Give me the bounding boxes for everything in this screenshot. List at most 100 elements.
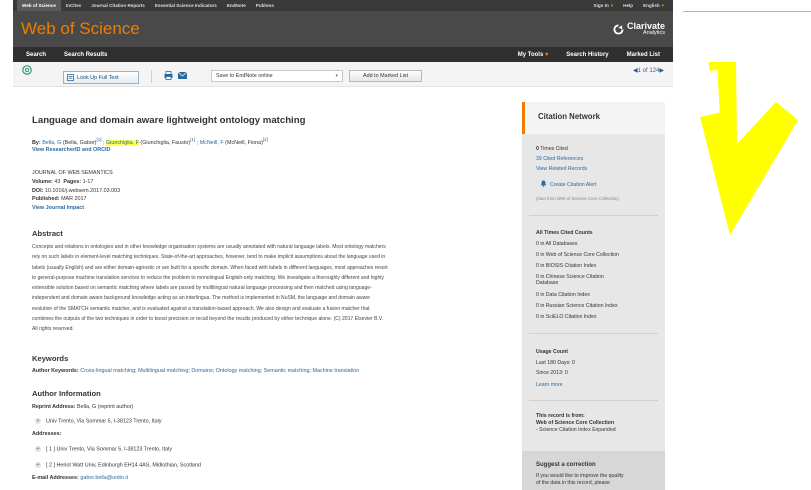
- save-to-select-value: Save to EndNote online: [216, 73, 273, 79]
- add-to-marked-list-button[interactable]: Add to Marked List: [349, 70, 422, 82]
- cited-count-row: 0 in All Databases: [536, 241, 578, 247]
- author-full-name: (McNeill, Fiona): [225, 139, 263, 146]
- expand-plus-icon[interactable]: +: [35, 446, 41, 452]
- record-collection: Web of Science Core Collection: [536, 420, 615, 426]
- keyword-link[interactable]: Multilingual matching: [138, 368, 188, 374]
- author-link-highlighted[interactable]: Giunchiglia, F: [105, 139, 139, 146]
- citation-network-sidebar: Citation Network 0 Times Cited 39 Cited …: [522, 102, 665, 490]
- author-link[interactable]: McNeill, F: [200, 140, 224, 146]
- expand-plus-icon[interactable]: +: [35, 462, 41, 468]
- cited-count-row: 0 in BIOSIS Citation Index: [536, 263, 597, 269]
- web-of-science-logo[interactable]: Web of Science: [21, 19, 140, 39]
- pager-of: of: [642, 67, 648, 74]
- pages-label: Pages:: [63, 178, 82, 185]
- my-tools-label: My Tools: [517, 52, 544, 58]
- times-cited: 0 Times Cited: [536, 146, 568, 152]
- top-nav-publons[interactable]: Publons: [251, 0, 279, 11]
- language-label: English: [643, 3, 660, 8]
- author-ref[interactable]: [2]: [263, 137, 268, 142]
- abstract-line: evolution of the SMATCH semantic matcher…: [32, 305, 370, 312]
- learn-more-link[interactable]: Learn more: [536, 382, 563, 388]
- addresses-label-text: Addresses:: [32, 431, 62, 437]
- abstract-line: All rights reserved.: [32, 326, 74, 333]
- clarivate-logo: Clarivate Analytics: [613, 21, 665, 37]
- address-text: [ 1 ] Univ Trento, Via Sommar 5, I-38123…: [46, 446, 173, 453]
- view-journal-impact-link[interactable]: View Journal Impact: [32, 204, 120, 213]
- marked-list-link[interactable]: Marked List: [618, 52, 669, 58]
- keyword-link[interactable]: Ontology matching: [216, 368, 261, 374]
- top-nav-incites[interactable]: InCites: [61, 0, 86, 11]
- suggest-correction-text: If you would like to improve the quality: [536, 473, 624, 479]
- abstract-line: Concepts and relations in ontologies and…: [32, 244, 386, 250]
- record-pager: ◀ 1 of 124 ▶: [633, 67, 664, 75]
- clarivate-subtitle: Analytics: [642, 29, 665, 36]
- abstract-line: to general-purpose machine translation s…: [32, 274, 384, 281]
- record-title: Language and domain aware lightweight on…: [32, 115, 306, 126]
- record-index: - Science Citation Index Expanded: [536, 427, 616, 433]
- top-navigation-bar: Web of Science InCites Journal Citation …: [13, 0, 673, 11]
- expand-plus-icon[interactable]: +: [35, 418, 41, 424]
- sign-in-label: Sign In: [593, 3, 609, 8]
- keyword-link[interactable]: Cross-lingual matching: [80, 368, 135, 374]
- caret-down-icon: ▾: [545, 52, 549, 58]
- help-circle-icon[interactable]: [22, 65, 32, 75]
- published-label: Published:: [32, 196, 60, 203]
- citation-network-title: Citation Network: [538, 112, 600, 121]
- times-cited-count: 0: [536, 146, 539, 152]
- email-icon[interactable]: [178, 72, 187, 79]
- save-to-select[interactable]: Save to EndNote online ▾: [211, 70, 343, 82]
- top-nav-web-of-science[interactable]: Web of Science: [17, 0, 61, 11]
- abstract-line: labels (usually English) and are either …: [32, 264, 388, 271]
- addresses-label: Addresses:: [32, 431, 61, 437]
- help-link[interactable]: Help: [618, 0, 638, 11]
- by-label: By:: [32, 139, 41, 146]
- volume-label: Volume:: [32, 178, 53, 185]
- create-citation-alert-link[interactable]: Create Citation Alert: [540, 180, 596, 188]
- author-full-name: (Bella, Gabor): [62, 139, 97, 146]
- abstract-text: Concepts and relations in ontologies and…: [32, 242, 512, 335]
- secondary-navigation-bar: Search Search Results My Tools ▾ Search H…: [13, 47, 673, 62]
- top-nav-essential-science-indicators[interactable]: Essential Science Indicators: [150, 0, 222, 11]
- look-up-full-text-button[interactable]: Look Up Full Text: [63, 71, 139, 84]
- sidebar-divider: [529, 215, 658, 216]
- toolbar-divider: [151, 70, 152, 83]
- author-full-name: (Giunchiglia, Fausto): [140, 139, 191, 146]
- next-record-icon[interactable]: ▶: [659, 67, 664, 74]
- my-tools-menu[interactable]: My Tools ▾: [509, 51, 558, 58]
- web-of-science-page: Web of Science InCites Journal Citation …: [13, 0, 673, 490]
- pages-value: 1-17: [82, 178, 94, 185]
- view-researcherid-link[interactable]: View ResearcherID and ORCID: [32, 147, 110, 153]
- keywords-heading: Keywords: [32, 354, 69, 363]
- brand-bar: Web of Science Clarivate Analytics: [13, 11, 673, 47]
- email-link[interactable]: gabor.bella@unitn.it: [80, 475, 128, 481]
- top-nav-endnote[interactable]: EndNote: [222, 0, 251, 11]
- keyword-link[interactable]: Semantic matching: [264, 368, 310, 374]
- pager-current: 1: [637, 67, 641, 74]
- language-menu[interactable]: English ▾: [638, 0, 669, 11]
- view-related-records-link[interactable]: View Related Records: [536, 166, 587, 172]
- top-nav-journal-citation-reports[interactable]: Journal Citation Reports: [86, 0, 150, 11]
- keyword-link[interactable]: Machine translation: [312, 368, 359, 374]
- usage-since-2013: Since 2013: 0: [536, 370, 568, 376]
- search-link[interactable]: Search: [17, 52, 55, 58]
- keyword-link[interactable]: Domains: [191, 368, 212, 374]
- suggest-correction-panel: Suggest a correction If you would like t…: [522, 451, 665, 490]
- annotation-red-line: [683, 11, 811, 12]
- volume-value: 43: [54, 178, 61, 185]
- caret-down-icon: ▾: [661, 2, 664, 8]
- published-value: MAR 2017: [61, 196, 87, 203]
- published-line: Published: MAR 2017: [32, 195, 120, 204]
- cited-references-link[interactable]: 39 Cited References: [536, 156, 583, 162]
- create-citation-alert-label: Create Citation Alert: [550, 182, 597, 188]
- sign-in-menu[interactable]: Sign In ▾: [589, 0, 619, 11]
- search-history-link[interactable]: Search History: [557, 52, 617, 58]
- search-results-link[interactable]: Search Results: [55, 52, 116, 58]
- print-icon[interactable]: [164, 71, 173, 80]
- citation-network-header: Citation Network: [522, 102, 665, 134]
- pager-total: 124: [649, 67, 660, 74]
- doi-label: DOI:: [32, 187, 44, 194]
- usage-last-180: Last 180 Days: 0: [536, 360, 575, 366]
- author-link[interactable]: Bella, G: [42, 140, 61, 146]
- email-addresses: E-mail Addresses: gabor.bella@unitn.it: [32, 475, 128, 481]
- cited-count-row: 0 in Data Citation Index: [536, 292, 590, 298]
